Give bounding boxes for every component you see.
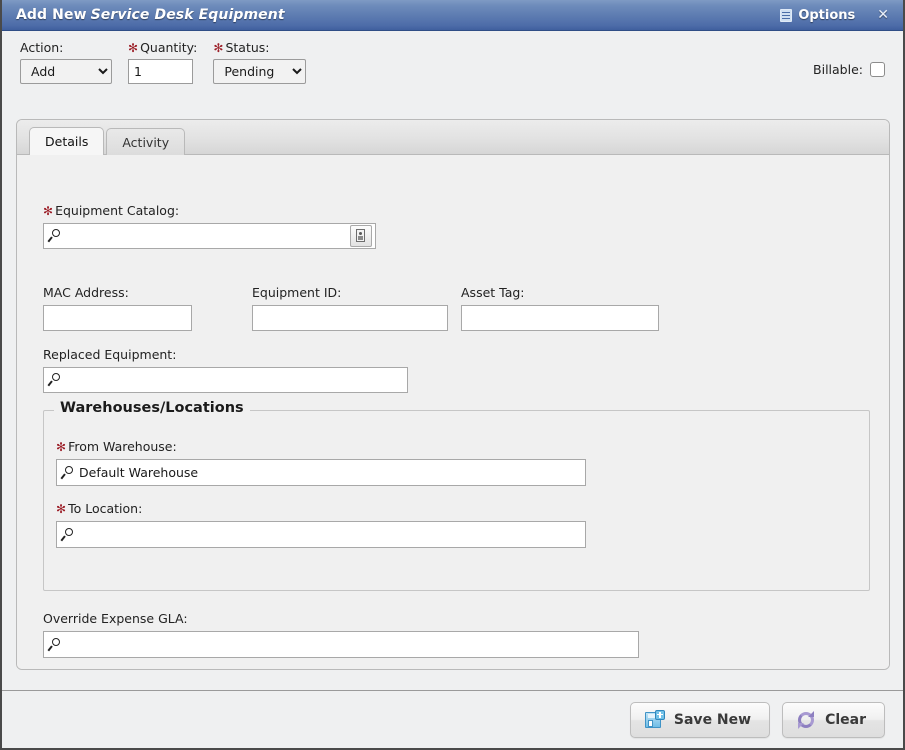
catalog-card-icon[interactable] <box>350 225 372 247</box>
tab-activity-label: Activity <box>122 135 169 150</box>
dialog-footer: Save New Clear <box>2 690 903 748</box>
warehouses-locations-fieldset: Warehouses/Locations ✻From Warehouse: De… <box>43 410 870 591</box>
magnifier-icon <box>62 528 76 542</box>
tab-activity[interactable]: Activity <box>106 128 185 155</box>
list-icon <box>780 9 792 22</box>
override-expense-gla-label: Override Expense GLA: <box>43 611 639 626</box>
options-button[interactable]: Options <box>780 8 855 23</box>
mac-address-field: MAC Address: <box>43 285 192 331</box>
save-new-icon <box>645 711 664 729</box>
replaced-equipment-field: Replaced Equipment: <box>43 347 408 393</box>
asset-tag-label: Asset Tag: <box>461 285 659 300</box>
status-field: ✻Status: Pending <box>213 40 306 84</box>
clear-label: Clear <box>825 712 866 728</box>
quantity-label-text: Quantity: <box>140 40 197 55</box>
from-warehouse-value: Default Warehouse <box>79 465 583 480</box>
required-asterisk: ✻ <box>128 41 138 55</box>
save-new-button[interactable]: Save New <box>630 702 770 738</box>
action-label: Action: <box>20 40 112 55</box>
quantity-label: ✻Quantity: <box>128 40 197 55</box>
replaced-equipment-label: Replaced Equipment: <box>43 347 408 362</box>
warehouses-locations-legend: Warehouses/Locations <box>54 400 250 416</box>
options-label: Options <box>798 8 855 23</box>
to-location-label-text: To Location: <box>68 501 142 516</box>
action-field: Action: Add <box>20 40 112 84</box>
window-title-prefix: Add New <box>16 7 87 23</box>
equipment-catalog-label-text: Equipment Catalog: <box>55 203 179 218</box>
mac-address-input[interactable] <box>43 305 192 331</box>
required-asterisk: ✻ <box>56 502 66 516</box>
magnifier-icon <box>49 638 63 652</box>
replaced-equipment-input[interactable] <box>43 367 408 393</box>
from-warehouse-label: ✻From Warehouse: <box>56 439 586 454</box>
billable-label: Billable: <box>813 62 863 77</box>
from-warehouse-field: ✻From Warehouse: Default Warehouse <box>56 439 586 486</box>
required-asterisk: ✻ <box>43 204 53 218</box>
required-asterisk: ✻ <box>56 440 66 454</box>
tab-content-details: ✻Equipment Catalog: MAC Address: Equipme… <box>17 155 889 669</box>
equipment-catalog-input[interactable] <box>43 223 376 249</box>
quantity-input[interactable] <box>128 59 193 84</box>
from-warehouse-label-text: From Warehouse: <box>68 439 177 454</box>
override-expense-gla-input[interactable] <box>43 631 639 658</box>
tab-details[interactable]: Details <box>29 127 104 155</box>
required-asterisk: ✻ <box>213 41 223 55</box>
to-location-field: ✻To Location: <box>56 501 586 548</box>
tab-strip: Details Activity <box>17 120 889 155</box>
save-new-label: Save New <box>674 712 751 728</box>
to-location-input[interactable] <box>56 521 586 548</box>
to-location-label: ✻To Location: <box>56 501 586 516</box>
from-warehouse-input[interactable]: Default Warehouse <box>56 459 586 486</box>
equipment-id-label: Equipment ID: <box>252 285 448 300</box>
window-title-entity: Service Desk Equipment <box>91 7 285 23</box>
form-toolbar: Action: Add ✻Quantity: ✻Status: Pending … <box>2 31 903 94</box>
asset-tag-input[interactable] <box>461 305 659 331</box>
window-title: Add NewService Desk Equipment <box>16 7 285 23</box>
window-titlebar: Add NewService Desk Equipment Options ✕ <box>2 0 903 31</box>
identifiers-row: MAC Address: Equipment ID: Asset Tag: <box>43 285 659 331</box>
status-select[interactable]: Pending <box>213 59 306 84</box>
equipment-catalog-label: ✻Equipment Catalog: <box>43 203 376 218</box>
magnifier-icon <box>62 466 76 480</box>
magnifier-icon <box>49 229 63 243</box>
status-label-text: Status: <box>225 40 269 55</box>
billable-field: Billable: <box>813 62 885 77</box>
equipment-catalog-field: ✻Equipment Catalog: <box>43 203 376 249</box>
billable-checkbox[interactable] <box>870 62 885 77</box>
tab-details-label: Details <box>45 134 88 149</box>
add-new-equipment-window: Add NewService Desk Equipment Options ✕ … <box>0 0 905 750</box>
close-icon[interactable]: ✕ <box>873 8 893 22</box>
asset-tag-field: Asset Tag: <box>461 285 659 331</box>
status-label: ✻Status: <box>213 40 306 55</box>
action-select[interactable]: Add <box>20 59 112 84</box>
clear-button[interactable]: Clear <box>782 702 885 738</box>
quantity-field: ✻Quantity: <box>128 40 197 84</box>
refresh-icon <box>797 711 815 729</box>
equipment-id-field: Equipment ID: <box>252 285 448 331</box>
mac-address-label: MAC Address: <box>43 285 192 300</box>
override-expense-gla-field: Override Expense GLA: <box>43 611 639 658</box>
equipment-id-input[interactable] <box>252 305 448 331</box>
magnifier-icon <box>49 373 63 387</box>
details-tab-panel: Details Activity ✻Equipment Catalog: MAC… <box>16 119 890 670</box>
